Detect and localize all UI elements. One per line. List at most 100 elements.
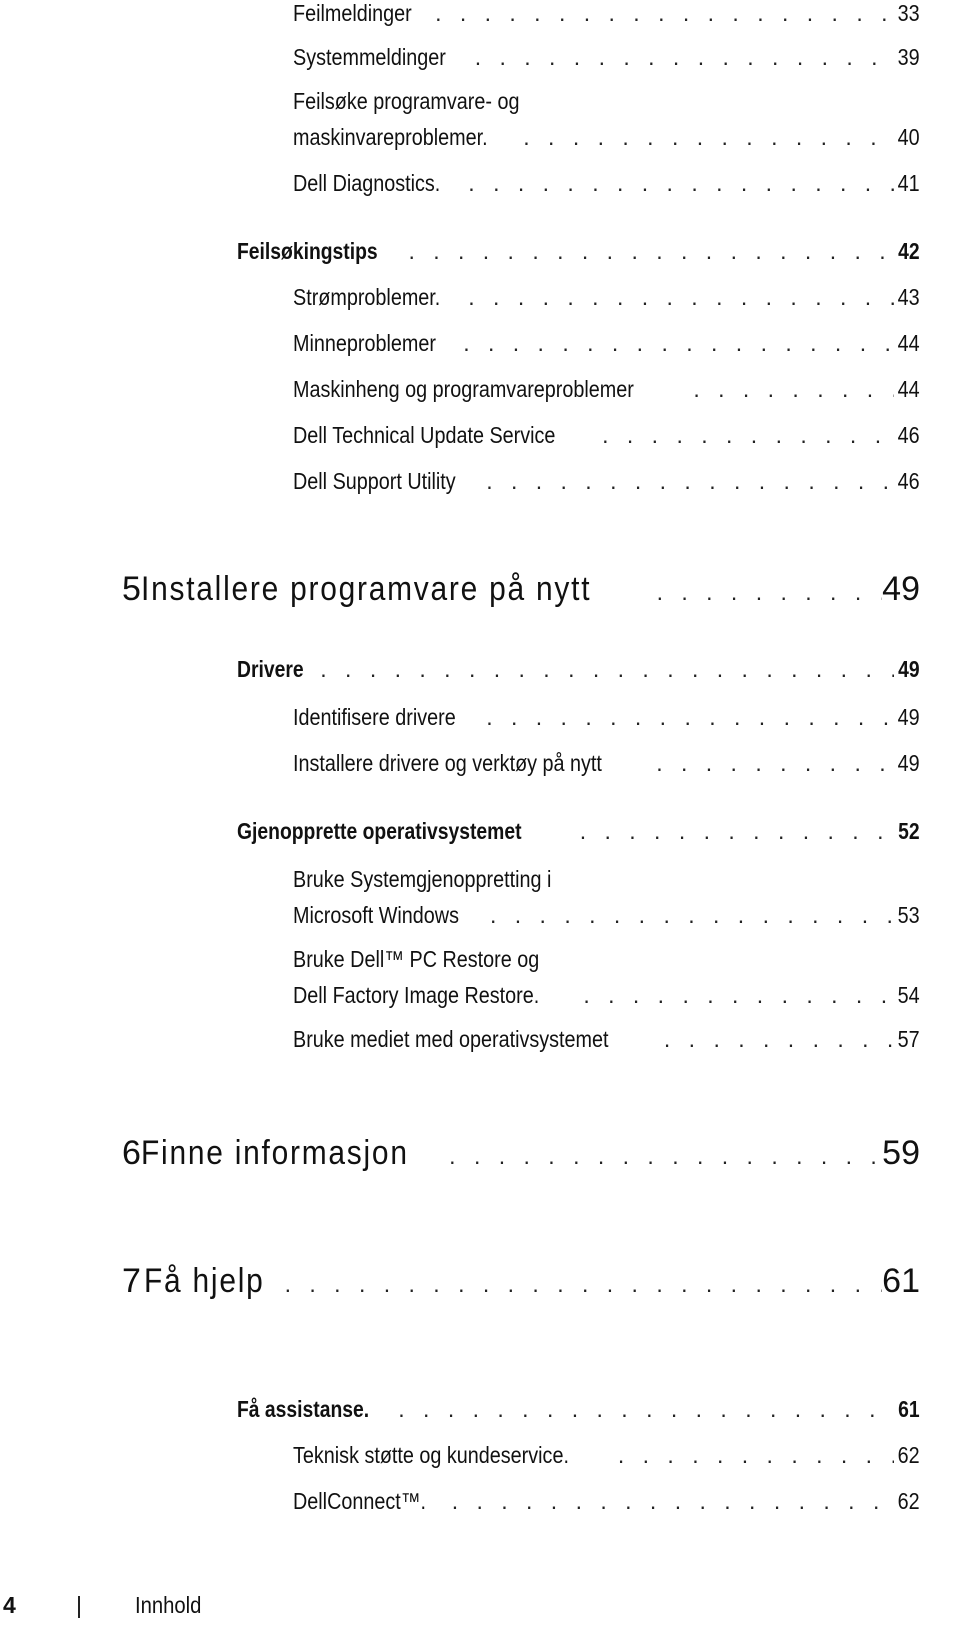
toc-entry-page: 43: [897, 284, 920, 310]
chapter-number: 7: [122, 1262, 141, 1300]
toc-entry-page: 52: [898, 818, 920, 844]
toc-entry-page: 49: [882, 570, 920, 608]
toc-entry-page: 57: [897, 1026, 920, 1052]
toc-entry[interactable]: Maskinheng og programvareproblemer 44: [293, 376, 920, 403]
toc-section-entry[interactable]: Gjenopprette operativsystemet 52: [237, 818, 920, 845]
toc-entry[interactable]: Teknisk støtte og kundeservice. 62: [293, 1442, 920, 1469]
dot-leader: [689, 376, 894, 403]
dot-leader: [464, 170, 894, 197]
toc-entry[interactable]: Dell Technical Update Service 46: [293, 422, 920, 449]
toc-entry-page: 44: [897, 330, 920, 356]
toc-entry-page: 49: [897, 704, 920, 730]
dot-leader: [459, 330, 894, 357]
toc-entry[interactable]: Minneproblemer 44: [293, 330, 920, 357]
dot-leader: [445, 1143, 882, 1170]
toc-entry-page: 61: [882, 1262, 920, 1300]
toc-entry-title: maskinvareproblemer.: [293, 124, 488, 150]
toc-entry-title: Teknisk støtte og kundeservice.: [293, 1442, 569, 1468]
toc-entry-page: 53: [897, 902, 920, 928]
toc-entry-title: Identifisere drivere: [293, 704, 456, 730]
footer-section-title: Innhold: [135, 1592, 202, 1618]
toc-entry-page: 44: [897, 376, 920, 402]
toc-entry-page: 40: [897, 124, 920, 150]
toc-entry-title: Feilsøkingstips: [237, 238, 378, 264]
dot-leader: [448, 1488, 895, 1515]
toc-entry-page: 62: [897, 1488, 920, 1514]
dot-leader: [431, 0, 894, 27]
toc-entry-page: 33: [897, 0, 920, 26]
toc-entry-title: Strømproblemer.: [293, 284, 441, 310]
toc-entry-page: 54: [897, 982, 920, 1008]
page-footer: 4 Innhold: [0, 1592, 960, 1626]
toc-entry[interactable]: Dell Factory Image Restore. 54: [293, 982, 920, 1009]
toc-chapter-title: Finne informasjon: [140, 1134, 409, 1172]
toc-entry-page: 46: [897, 422, 920, 448]
toc-entry-title: Systemmeldinger: [293, 44, 446, 70]
toc-entry[interactable]: Dell Diagnostics. 41: [293, 170, 920, 197]
toc-chapter-entry[interactable]: 7 Få hjelp 61: [122, 1262, 920, 1301]
dot-leader: [464, 284, 894, 311]
toc-entry-title-line1: Bruke Systemgjenoppretting i: [293, 866, 552, 892]
toc-entry-page: 46: [897, 468, 920, 494]
dot-leader: [579, 982, 894, 1009]
dot-leader: [482, 468, 894, 495]
toc-entry-page: 41: [897, 170, 920, 196]
toc-entry-title: Dell Technical Update Service: [293, 422, 556, 448]
toc-entry-title: Dell Support Utility: [293, 468, 456, 494]
toc-chapter-entry[interactable]: 5 Installere programvare på nytt 49: [122, 570, 920, 609]
toc-entry[interactable]: Dell Support Utility 46: [293, 468, 920, 495]
toc-section-entry[interactable]: Få assistanse. 61: [237, 1396, 920, 1423]
toc-entry[interactable]: Strømproblemer. 43: [293, 284, 920, 311]
toc-entry-page: 61: [898, 1396, 920, 1422]
toc-entry-page: 62: [897, 1442, 920, 1468]
toc-entry-page: 49: [897, 750, 920, 776]
toc-entry-title: Microsoft Windows: [293, 902, 459, 928]
dot-leader: [404, 238, 894, 265]
chapter-number: 5: [122, 570, 141, 608]
toc-chapter-title: Installere programvare på nytt: [140, 570, 592, 608]
toc-entry[interactable]: Feilmeldinger 33: [293, 0, 920, 27]
toc-entry-title: DellConnect™.: [293, 1488, 427, 1514]
dot-leader: [482, 704, 894, 731]
toc-entry[interactable]: Bruke mediet med operativsystemet 57: [293, 1026, 920, 1053]
dot-leader: [316, 656, 894, 683]
toc-entry-title-line1: Bruke Dell™ PC Restore og: [293, 946, 540, 972]
toc-entry[interactable]: Systemmeldinger 39: [293, 44, 920, 71]
toc-entry-page: 42: [898, 238, 920, 264]
dot-leader: [281, 1271, 883, 1298]
footer-page-number: 4: [3, 1592, 16, 1618]
toc-entry[interactable]: maskinvareproblemer. 40: [293, 124, 920, 151]
toc-entry[interactable]: Installere drivere og verktøy på nytt 49: [293, 750, 920, 777]
toc-chapter-title: Få hjelp: [143, 1262, 265, 1300]
toc-entry-title: Maskinheng og programvareproblemer: [293, 376, 634, 402]
dot-leader: [486, 902, 894, 929]
toc-entry-title: Installere drivere og verktøy på nytt: [293, 750, 602, 776]
toc-entry[interactable]: Microsoft Windows 53: [293, 902, 920, 929]
toc-chapter-entry[interactable]: 6 Finne informasjon 59: [122, 1134, 920, 1173]
toc-entry-title: Få assistanse.: [237, 1396, 370, 1422]
dot-leader: [653, 579, 883, 606]
toc-entry-page: 59: [882, 1134, 920, 1172]
toc-entry-title: Bruke mediet med operativsystemet: [293, 1026, 609, 1052]
toc-section-entry[interactable]: Drivere 49: [237, 656, 920, 683]
toc-entry[interactable]: DellConnect™. 62: [293, 1488, 920, 1515]
dot-leader: [471, 44, 895, 71]
toc-entry[interactable]: Identifisere drivere 49: [293, 704, 920, 731]
toc-entry-page: 39: [897, 44, 920, 70]
toc-entry-title: Dell Factory Image Restore.: [293, 982, 540, 1008]
toc-entry-title: Feilmeldinger: [293, 0, 412, 26]
dot-leader: [652, 750, 894, 777]
toc-section-entry[interactable]: Feilsøkingstips 42: [237, 238, 920, 265]
dot-leader: [614, 1442, 895, 1469]
toc-entry-title: Minneproblemer: [293, 330, 436, 356]
footer-separator: [78, 1596, 80, 1618]
toc-entry-page: 49: [898, 656, 920, 682]
dot-leader: [576, 818, 895, 845]
toc-entry-title: Gjenopprette operativsystemet: [237, 818, 522, 844]
dot-leader: [660, 1026, 895, 1053]
toc-entry-title-line1: Feilsøke programvare- og: [293, 88, 520, 114]
dot-leader: [598, 422, 894, 449]
toc-entry-title: Drivere: [237, 656, 304, 682]
dot-leader: [519, 124, 894, 151]
chapter-number: 6: [122, 1134, 141, 1172]
